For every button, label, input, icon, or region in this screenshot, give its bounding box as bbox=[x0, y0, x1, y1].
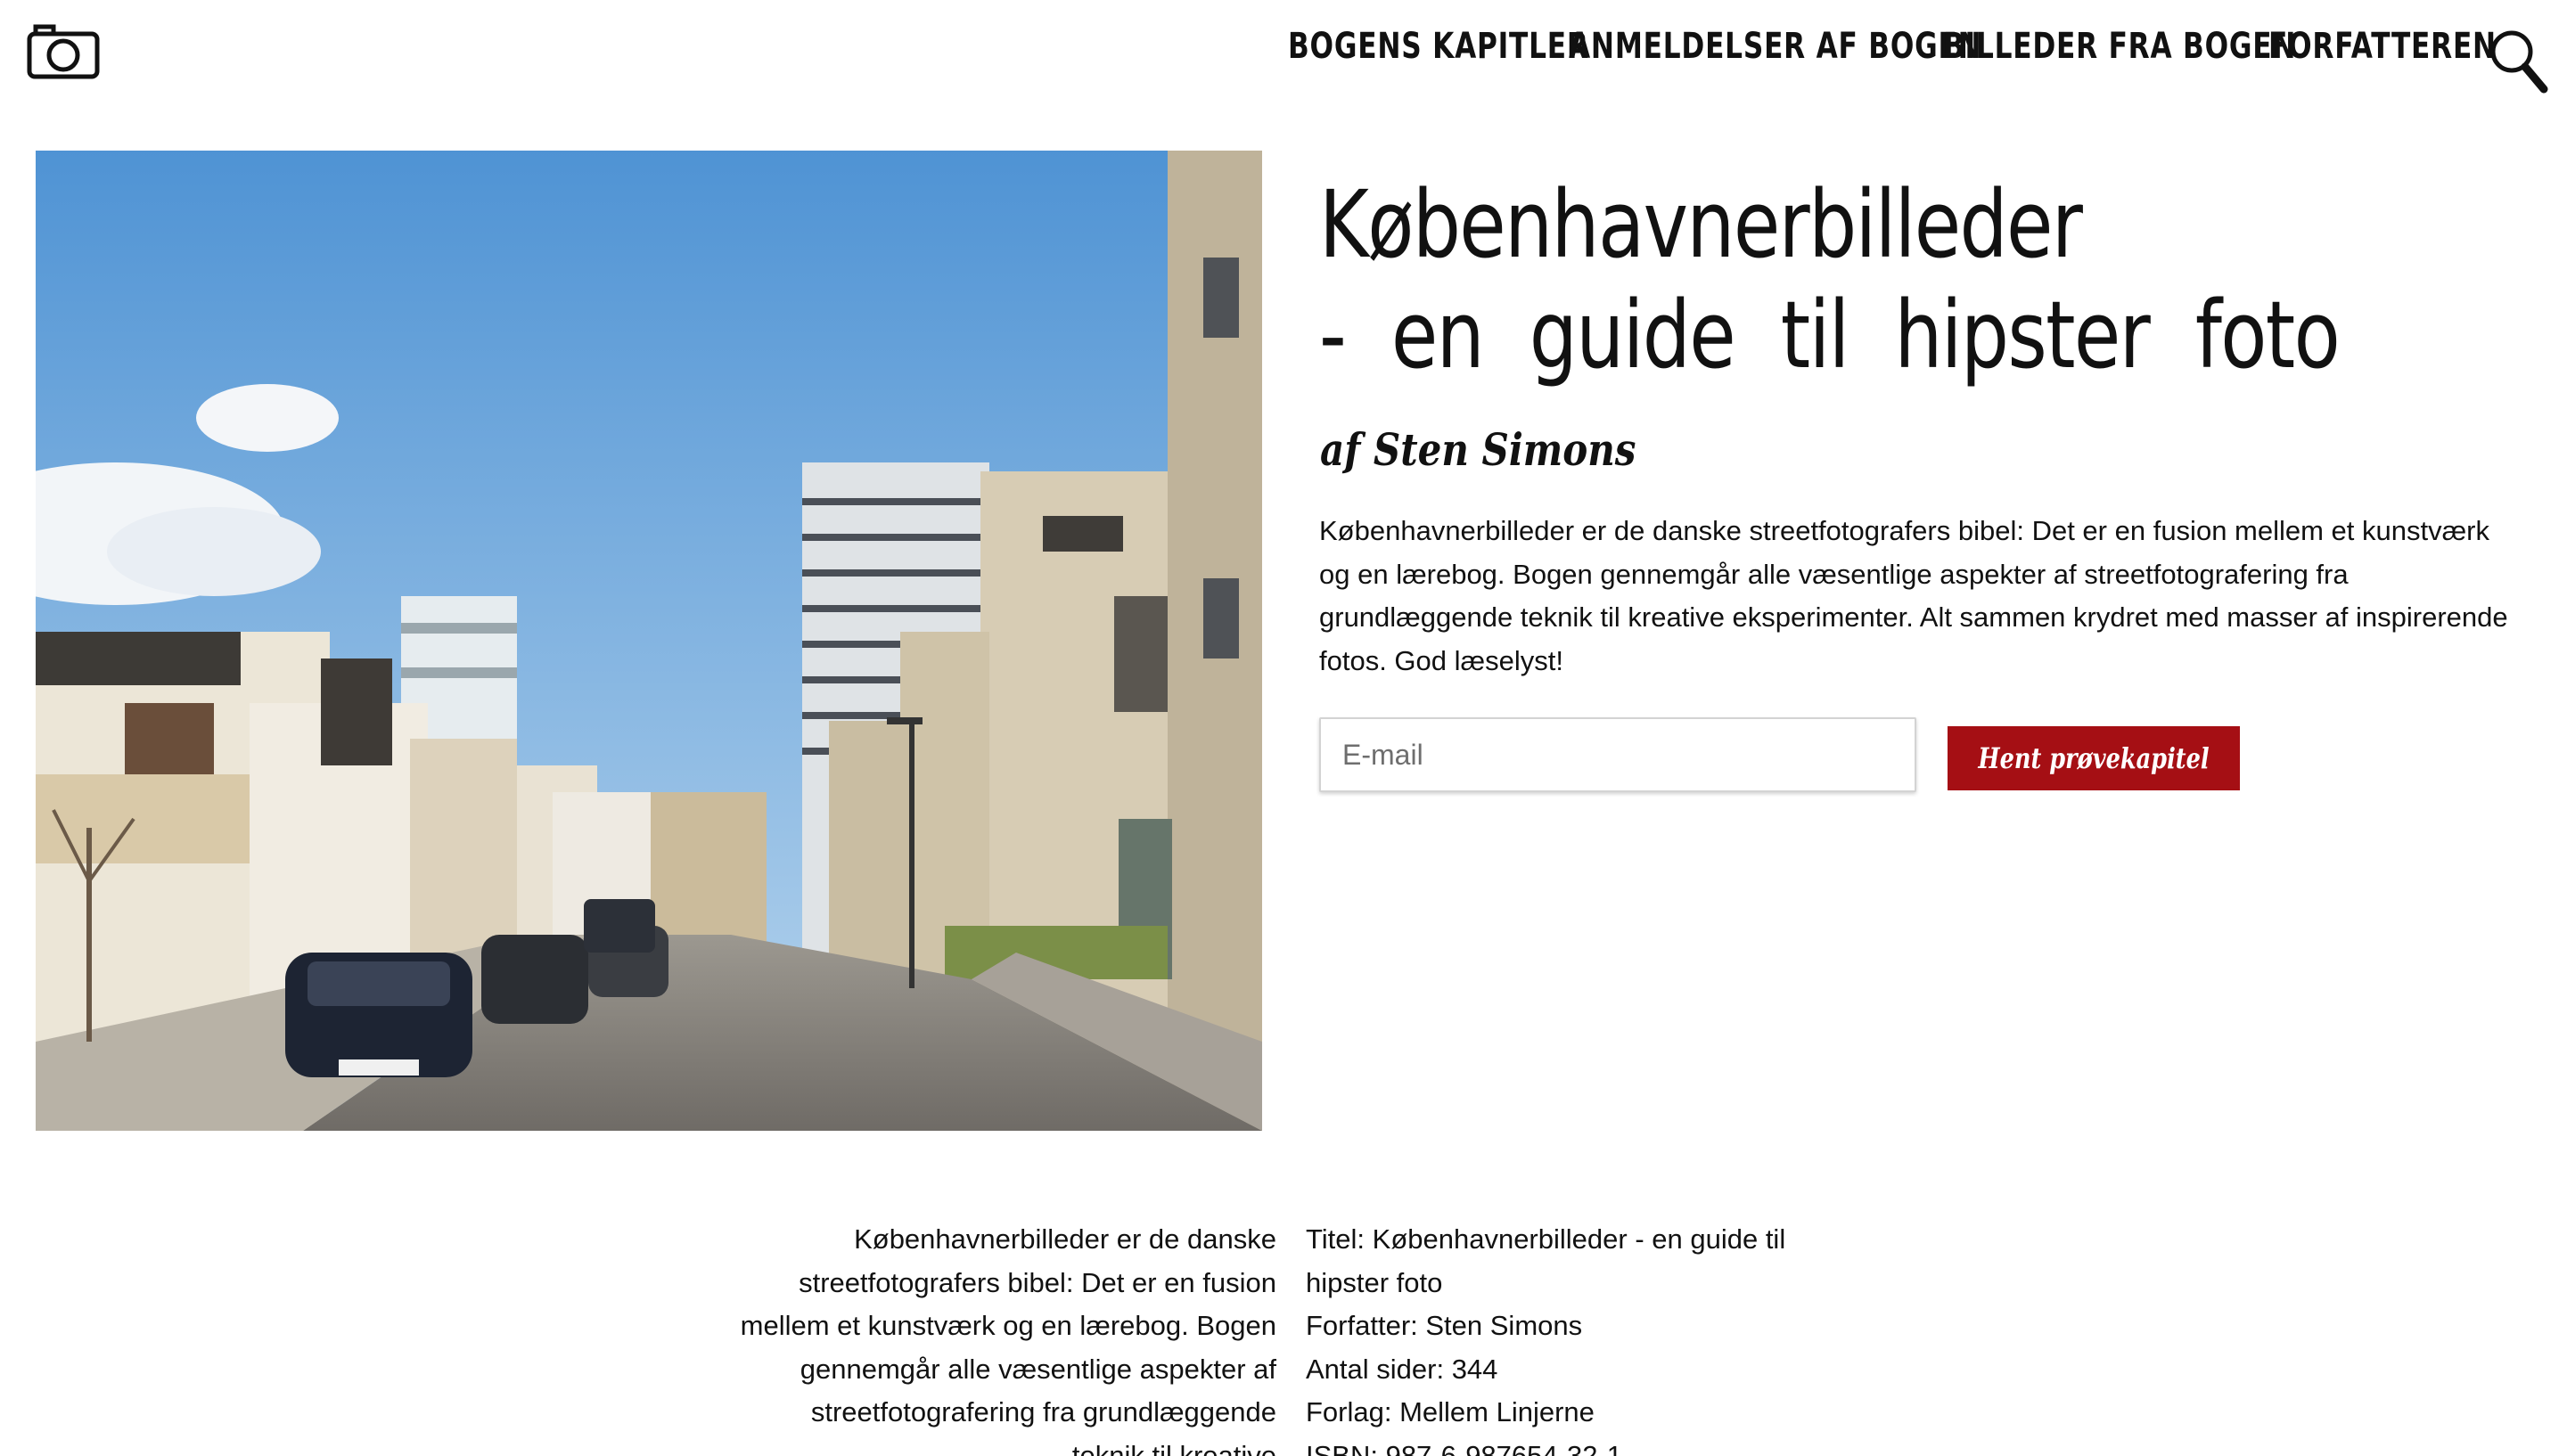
book-facts: Titel: Københavnerbilleder - en guide ti… bbox=[1306, 1218, 1858, 1456]
nav-item-anmeldelser[interactable]: Anmeldelser af bogen bbox=[1569, 20, 1982, 73]
page: Bogens kapitler Anmeldelser af bogen Bil… bbox=[0, 0, 2567, 1456]
book-description: Københavnerbilleder er de danske streetf… bbox=[740, 1223, 1276, 1456]
download-sample-label: Hent prøvekapitel bbox=[1978, 741, 2210, 775]
search-icon[interactable] bbox=[2487, 27, 2549, 94]
download-sample-button[interactable]: Hent prøvekapitel bbox=[1948, 726, 2240, 790]
main-nav: Bogens kapitler Anmeldelser af bogen Bil… bbox=[0, 20, 2567, 73]
fact-publisher: Forlag: Mellem Linjerne bbox=[1306, 1396, 1595, 1427]
fact-author: Forfatter: Sten Simons bbox=[1306, 1310, 1583, 1341]
page-title: Københavnerbilleder - en guide til hipst… bbox=[1319, 169, 2341, 390]
nav-item-billeder[interactable]: Billeder fra bogen bbox=[1943, 20, 2296, 73]
nav-item-forfatteren[interactable]: Forfatteren bbox=[2268, 20, 2497, 73]
title-line: Københavnerbilleder bbox=[1319, 170, 2083, 279]
author-byline: af Sten Simons bbox=[1320, 423, 1636, 476]
hero-photo bbox=[36, 151, 1262, 1131]
subtitle-line: - en guide til hipster foto bbox=[1319, 281, 2341, 389]
fact-title: Titel: Københavnerbilleder - en guide ti… bbox=[1306, 1223, 1786, 1298]
fact-isbn: ISBN: 987-6-987654-32-1 bbox=[1306, 1439, 1623, 1456]
email-field[interactable] bbox=[1319, 717, 1916, 792]
nav-item-bogens-kapitler[interactable]: Bogens kapitler bbox=[1288, 20, 1589, 73]
fact-pages: Antal sider: 344 bbox=[1306, 1353, 1498, 1385]
intro-text: Københavnerbilleder er de danske streetf… bbox=[1319, 515, 2508, 676]
